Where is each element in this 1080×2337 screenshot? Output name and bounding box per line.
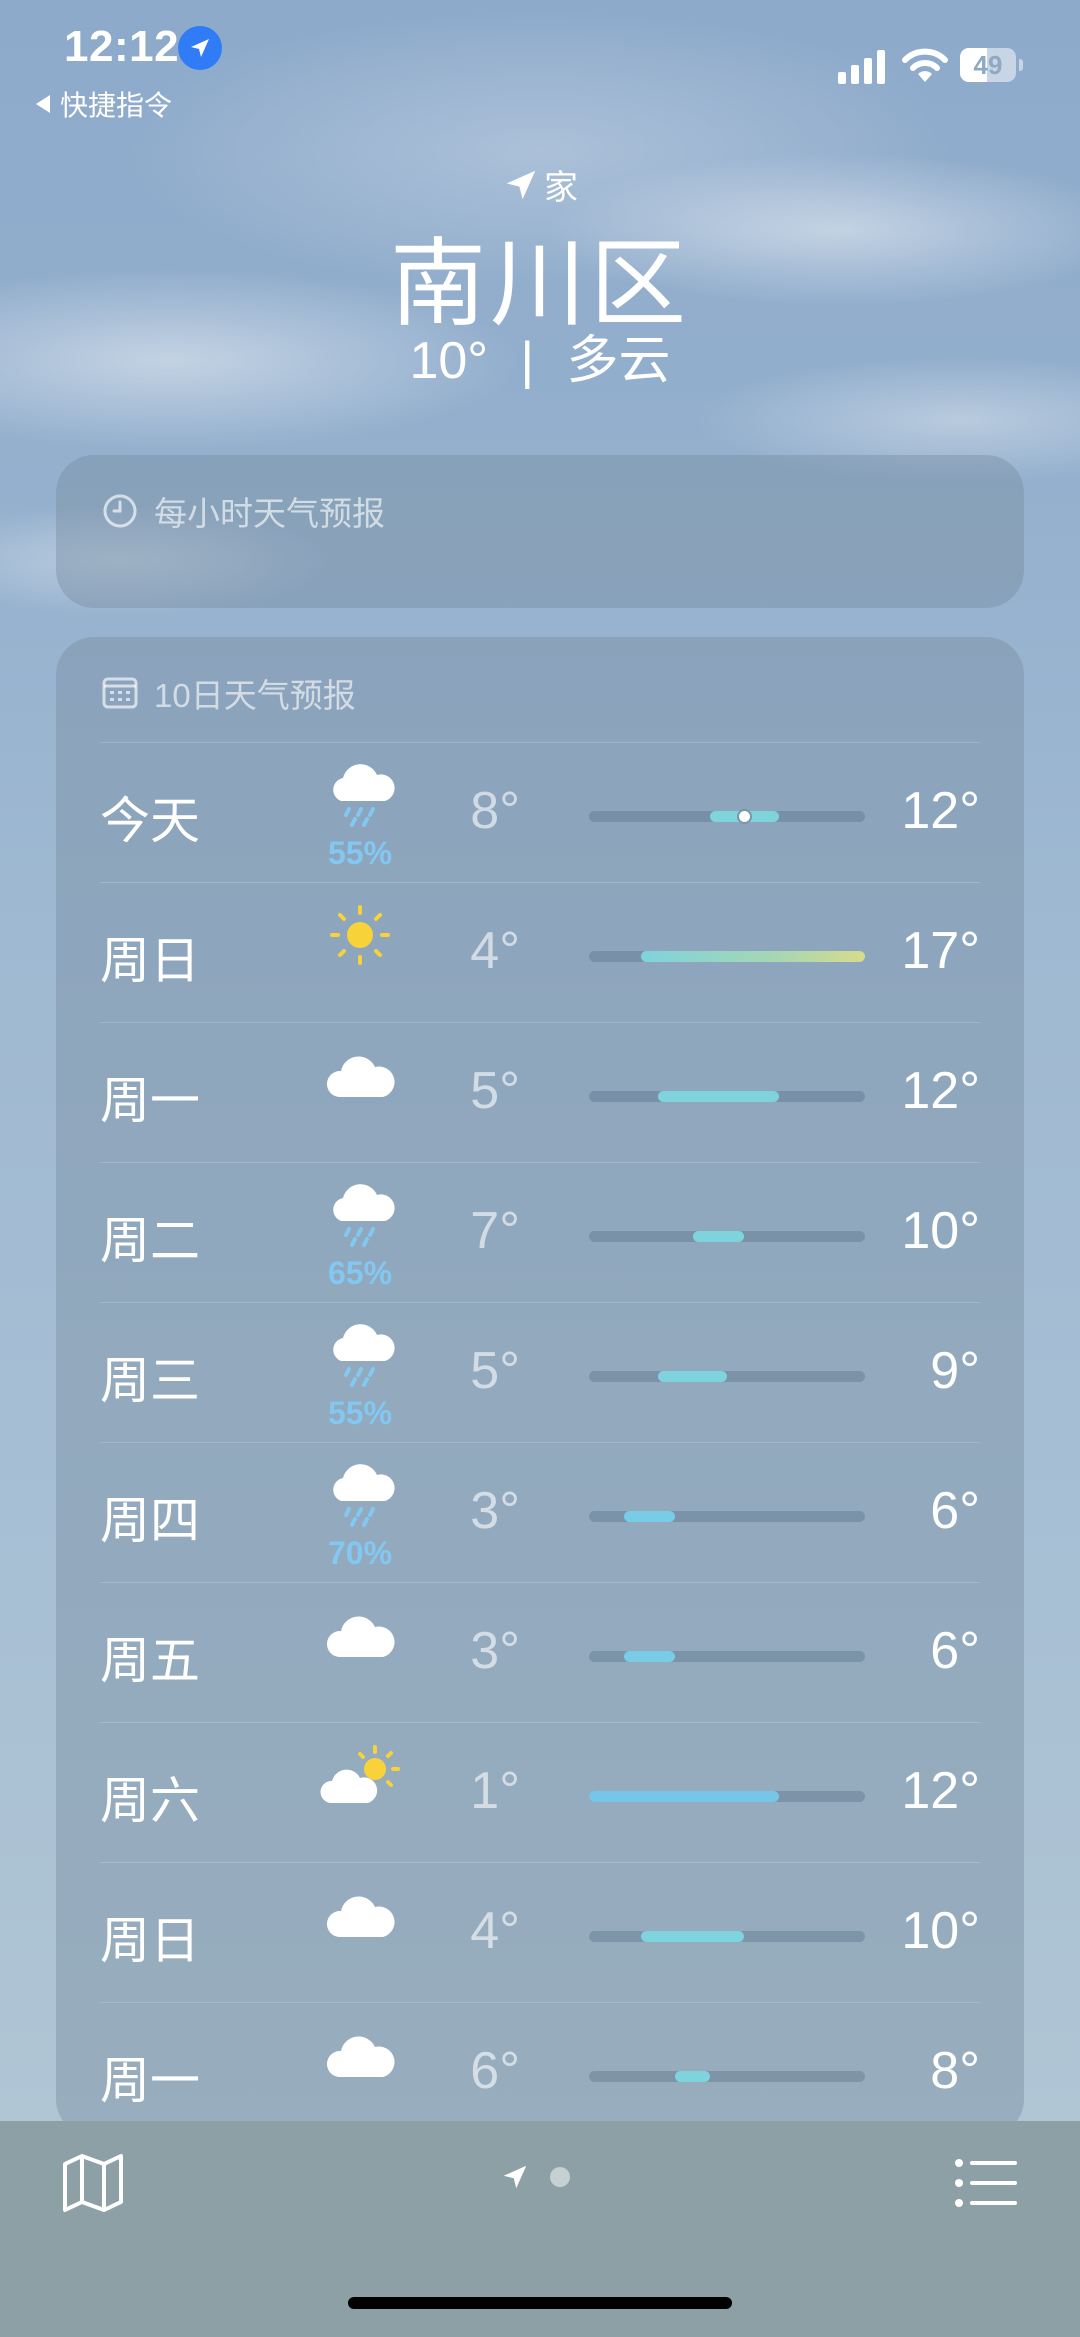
separator: | bbox=[520, 332, 535, 390]
high-temp: 10° bbox=[901, 1202, 980, 1260]
back-triangle-icon bbox=[36, 95, 50, 113]
forecast-row[interactable]: 周一 5° 12° bbox=[100, 1022, 980, 1163]
forecast-day: 周六 bbox=[100, 1773, 200, 1829]
temp-range-bar bbox=[658, 1091, 779, 1102]
forecast-day: 今天 bbox=[100, 793, 200, 849]
high-temp: 17° bbox=[901, 922, 980, 980]
low-temp: 1° bbox=[470, 1762, 520, 1820]
cellular-signal-icon bbox=[838, 50, 885, 84]
high-temp: 6° bbox=[930, 1622, 980, 1680]
battery-level: 49 bbox=[973, 50, 1003, 80]
high-temp: 12° bbox=[901, 782, 980, 840]
forecast-row[interactable]: 周四 70% 3° 6° bbox=[100, 1442, 980, 1583]
back-app-label: 快捷指令 bbox=[60, 90, 173, 121]
back-to-app-link[interactable]: 快捷指令 bbox=[34, 84, 172, 124]
low-temp: 4° bbox=[470, 922, 520, 980]
high-temp: 9° bbox=[930, 1342, 980, 1400]
high-temp: 8° bbox=[930, 2042, 980, 2100]
low-temp: 3° bbox=[470, 1482, 520, 1540]
forecast-day: 周五 bbox=[100, 1633, 200, 1689]
home-label: 家 bbox=[544, 169, 578, 207]
home-indicator[interactable] bbox=[348, 2297, 732, 2309]
hourly-forecast-card[interactable]: 每小时天气预报 bbox=[56, 455, 1024, 608]
temp-range-bar bbox=[623, 1651, 676, 1662]
calendar-icon bbox=[102, 677, 138, 709]
location-label: 家 bbox=[0, 160, 1080, 209]
forecast-day: 周一 bbox=[100, 2053, 200, 2109]
forecast-row[interactable]: 周日 4° 17° bbox=[100, 882, 980, 1023]
forecast-day: 周三 bbox=[100, 1353, 200, 1409]
high-temp: 6° bbox=[930, 1482, 980, 1540]
hourly-title-text: 每小时天气预报 bbox=[154, 495, 385, 532]
forecast-row[interactable]: 周五 3° 6° bbox=[100, 1582, 980, 1723]
forecast-day: 周二 bbox=[100, 1213, 200, 1269]
daily-forecast-title: 10日天气预报 bbox=[102, 669, 356, 717]
forecast-row[interactable]: 周三 55% 5° 9° bbox=[100, 1302, 980, 1443]
forecast-row[interactable]: 周一 6° 8° bbox=[100, 2002, 980, 2137]
current-temp: 10° bbox=[409, 332, 489, 390]
list-icon[interactable] bbox=[954, 2158, 1018, 2208]
forecast-day: 周一 bbox=[100, 1073, 200, 1129]
temp-range-bar bbox=[675, 2071, 710, 2082]
low-temp: 4° bbox=[470, 1902, 520, 1960]
location-active-icon bbox=[178, 26, 222, 70]
temp-range-bar bbox=[658, 1371, 727, 1382]
location-arrow-icon bbox=[503, 2165, 527, 2189]
forecast-day: 周四 bbox=[100, 1493, 200, 1549]
current-conditions: 10° | 多云 bbox=[0, 318, 1080, 393]
location-arrow-icon bbox=[506, 170, 536, 199]
battery-indicator: 49 bbox=[960, 48, 1024, 84]
high-temp: 12° bbox=[901, 1062, 980, 1120]
temp-range-bar bbox=[692, 1231, 745, 1242]
high-temp: 12° bbox=[901, 1762, 980, 1820]
daily-forecast-card[interactable]: 10日天气预报 今天 55% 8° 12° 周日 4° 17° 周一 5° 12° 周二 65% 7° 1… bbox=[56, 637, 1024, 2137]
page-indicator[interactable] bbox=[500, 2162, 570, 2192]
status-time: 12:12 bbox=[64, 22, 180, 71]
clock-icon bbox=[103, 494, 137, 528]
forecast-day: 周日 bbox=[100, 1913, 200, 1969]
forecast-row[interactable]: 周日 4° 10° bbox=[100, 1862, 980, 2003]
map-icon[interactable] bbox=[60, 2150, 126, 2216]
temp-range-bar bbox=[640, 1931, 745, 1942]
high-temp: 10° bbox=[901, 1902, 980, 1960]
low-temp: 6° bbox=[470, 2042, 520, 2100]
temp-range-bar bbox=[623, 1511, 676, 1522]
low-temp: 5° bbox=[470, 1062, 520, 1120]
forecast-row[interactable]: 今天 55% 8° 12° bbox=[100, 742, 980, 883]
low-temp: 7° bbox=[470, 1202, 520, 1260]
forecast-row[interactable]: 周六 1° 12° bbox=[100, 1722, 980, 1863]
current-condition: 多云 bbox=[566, 332, 671, 390]
low-temp: 5° bbox=[470, 1342, 520, 1400]
hourly-forecast-title: 每小时天气预报 bbox=[102, 487, 385, 535]
daily-title-text: 10日天气预报 bbox=[154, 677, 356, 714]
temp-range-bar bbox=[589, 1791, 779, 1802]
low-temp: 3° bbox=[470, 1622, 520, 1680]
forecast-row[interactable]: 周二 65% 7° 10° bbox=[100, 1162, 980, 1303]
page-dot bbox=[550, 2167, 570, 2187]
low-temp: 8° bbox=[470, 782, 520, 840]
forecast-day: 周日 bbox=[100, 933, 200, 989]
wifi-icon bbox=[902, 48, 948, 82]
